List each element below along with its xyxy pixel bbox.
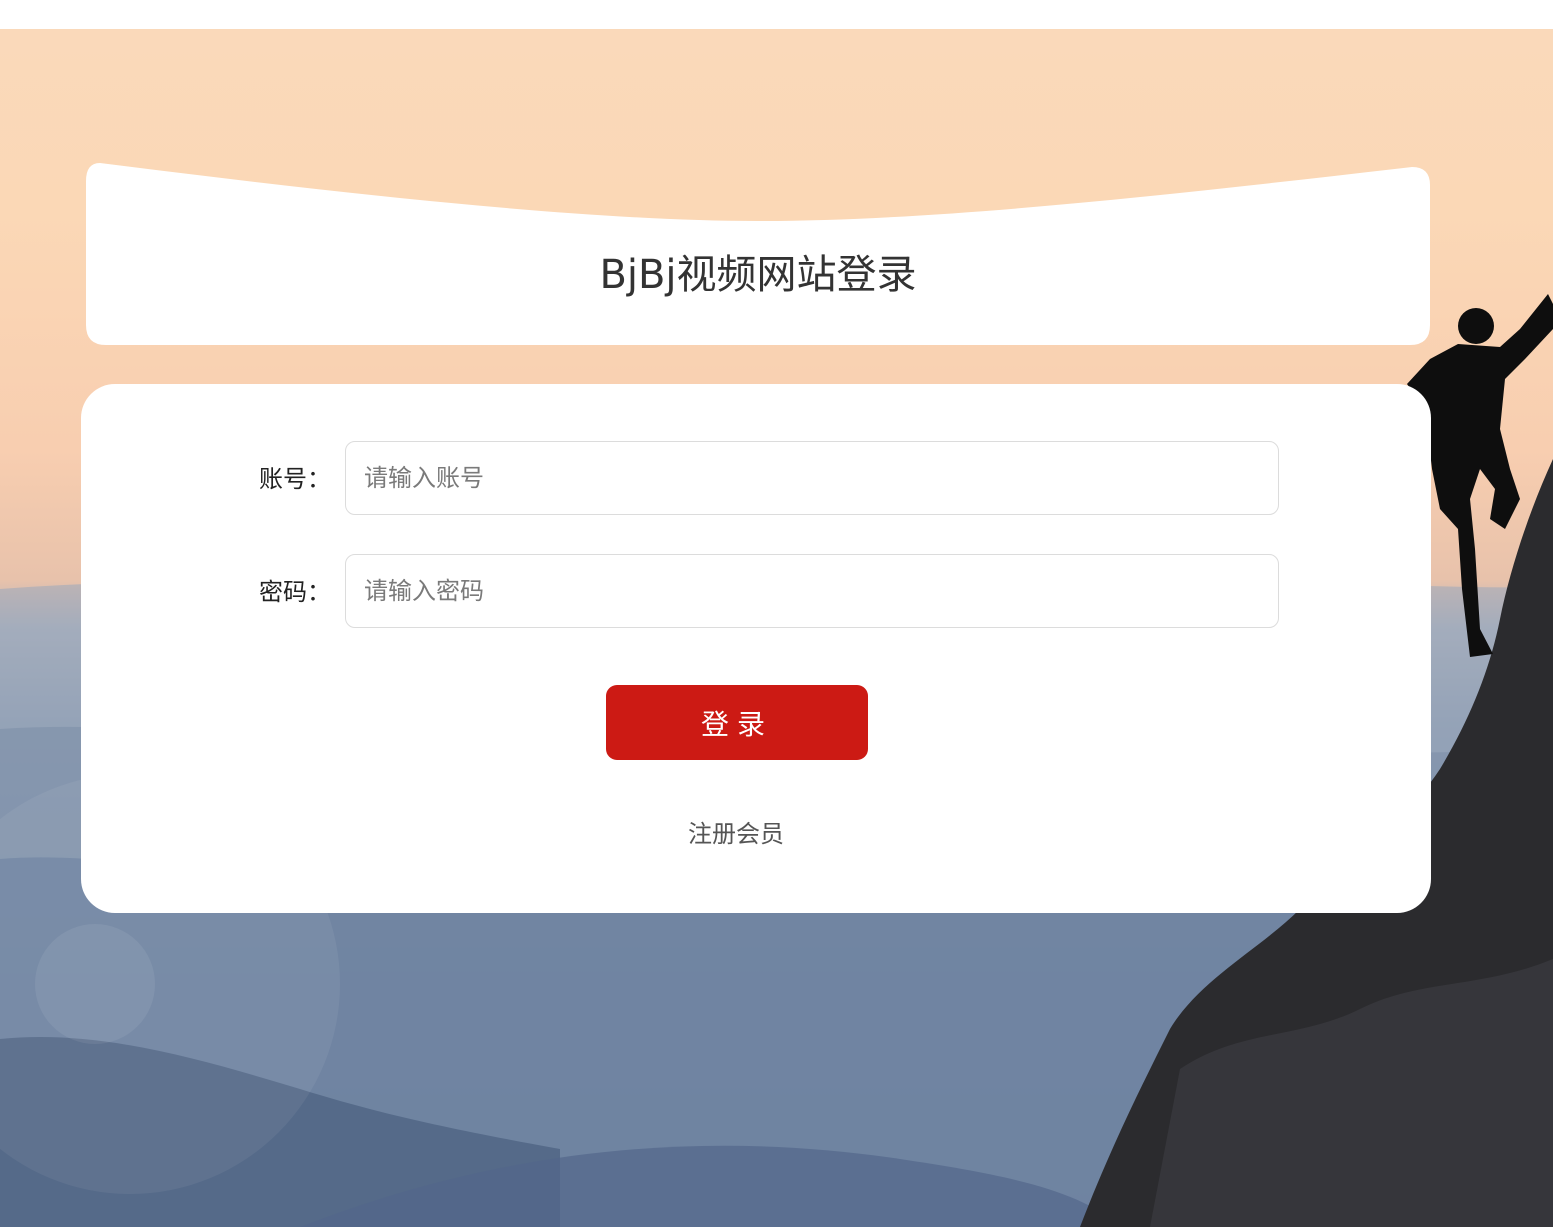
login-page: BjBj视频网站登录 账号： 密码： 登录 注册会员 [0,0,1553,1227]
page-title: BjBj视频网站登录 [599,252,917,298]
register-link[interactable]: 注册会员 [81,822,1391,846]
login-form-card: 账号： 密码： 登录 注册会员 [81,384,1431,913]
top-bar [0,0,1553,29]
account-input[interactable] [345,441,1279,515]
password-label: 密码： [259,578,331,606]
password-input[interactable] [345,554,1279,628]
password-row: 密码： [81,554,1431,630]
title-card: BjBj视频网站登录 [86,163,1430,345]
account-label: 账号： [259,465,331,493]
account-row: 账号： [81,441,1431,517]
login-button[interactable]: 登录 [606,685,868,760]
